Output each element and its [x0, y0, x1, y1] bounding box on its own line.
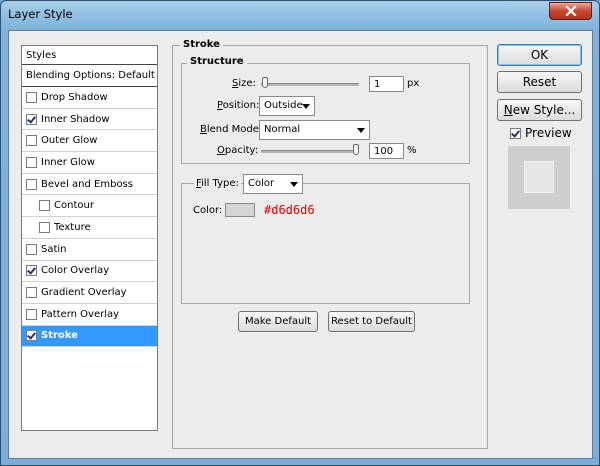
color-label: Color: — [193, 205, 223, 216]
structure-title: Structure — [187, 56, 247, 67]
style-item-pattern-overlay[interactable]: Pattern Overlay — [22, 304, 157, 326]
contour-checkbox[interactable] — [39, 200, 50, 212]
close-button[interactable] — [549, 2, 592, 20]
style-item-inner-shadow[interactable]: Inner Shadow — [22, 109, 157, 131]
ok-button[interactable]: OK — [497, 44, 582, 66]
stroke-checkbox[interactable] — [26, 330, 37, 342]
style-item-gradient-overlay[interactable]: Gradient Overlay — [22, 282, 157, 304]
opacity-label: Opacity: — [217, 145, 259, 156]
styles-list: Styles Blending Options: Default Drop Sh… — [21, 45, 158, 431]
style-item-bevel-emboss[interactable]: Bevel and Emboss — [22, 174, 157, 196]
style-item-label: Bevel and Emboss — [41, 178, 133, 190]
blending-options-item[interactable]: Blending Options: Default — [22, 65, 157, 87]
position-value: Outside — [264, 100, 303, 111]
opacity-unit: % — [407, 145, 417, 156]
size-label: Size: — [232, 78, 256, 89]
style-item-label: Satin — [41, 243, 67, 255]
close-icon — [564, 6, 577, 16]
style-item-inner-glow[interactable]: Inner Glow — [22, 152, 157, 174]
outer-glow-checkbox[interactable] — [26, 135, 37, 147]
new-style-button[interactable]: New Style... — [497, 99, 582, 121]
blend-mode-select[interactable]: Normal — [259, 120, 370, 140]
style-item-texture[interactable]: Texture — [22, 217, 157, 239]
chevron-down-icon — [357, 128, 365, 133]
inner-shadow-checkbox[interactable] — [26, 113, 37, 125]
reset-to-default-button[interactable]: Reset to Default — [328, 311, 415, 332]
size-unit: px — [407, 78, 420, 89]
fill-type-value: Color — [248, 178, 275, 189]
window-title: Layer Style — [8, 7, 73, 21]
style-item-label: Stroke — [41, 330, 78, 342]
chevron-down-icon — [290, 182, 298, 187]
style-item-label: Pattern Overlay — [41, 308, 120, 320]
fill-type-select[interactable]: Color — [243, 174, 303, 194]
make-default-button[interactable]: Make Default — [238, 311, 318, 332]
bevel-emboss-checkbox[interactable] — [26, 178, 37, 190]
stroke-title: Stroke — [180, 39, 223, 50]
pattern-overlay-checkbox[interactable] — [26, 308, 37, 320]
opacity-slider-thumb[interactable] — [353, 144, 359, 155]
size-label-text: ize: — [238, 78, 256, 89]
preview-checkbox[interactable] — [510, 127, 521, 139]
fill-group — [181, 183, 470, 304]
size-slider-thumb[interactable] — [261, 77, 268, 88]
size-slider-track[interactable] — [261, 83, 359, 86]
style-item-label: Inner Shadow — [41, 113, 110, 125]
preview-toggle[interactable]: Preview — [510, 126, 572, 140]
texture-checkbox[interactable] — [39, 221, 50, 233]
style-item-label: Color Overlay — [41, 265, 110, 277]
style-item-color-overlay[interactable]: Color Overlay — [22, 261, 157, 283]
inner-glow-checkbox[interactable] — [26, 156, 37, 168]
layer-style-window: Layer Style Styles Blending Options: Def… — [0, 0, 600, 466]
position-select[interactable]: Outside — [259, 96, 315, 116]
position-label: Position: — [217, 100, 260, 111]
style-item-label: Inner Glow — [41, 156, 95, 168]
chevron-down-icon — [302, 104, 310, 109]
style-item-satin[interactable]: Satin — [22, 239, 157, 261]
gradient-overlay-checkbox[interactable] — [26, 287, 37, 299]
styles-header[interactable]: Styles — [22, 46, 157, 65]
reset-button[interactable]: Reset — [497, 71, 582, 93]
color-overlay-checkbox[interactable] — [26, 265, 37, 277]
style-item-outer-glow[interactable]: Outer Glow — [22, 130, 157, 153]
style-item-label: Outer Glow — [41, 135, 98, 147]
preview-swatch — [524, 161, 554, 193]
opacity-slider-track[interactable] — [261, 150, 359, 153]
new-style-label: ew Style... — [512, 103, 576, 117]
color-swatch[interactable] — [225, 203, 255, 217]
blend-mode-value: Normal — [264, 124, 301, 135]
fill-type-label: Fill Type: — [194, 178, 241, 189]
style-item-stroke[interactable]: Stroke — [22, 325, 157, 348]
drop-shadow-checkbox[interactable] — [26, 91, 37, 103]
preview-thumbnail — [508, 146, 570, 209]
style-item-label: Contour — [54, 200, 94, 212]
preview-label: Preview — [525, 126, 572, 140]
size-input[interactable]: 1 — [369, 76, 404, 92]
opacity-input[interactable]: 100 — [369, 143, 404, 159]
color-hex-annotation: #d6d6d6 — [264, 203, 315, 217]
style-item-label: Drop Shadow — [41, 91, 108, 103]
blend-mode-label: Blend Mode: — [200, 124, 263, 135]
style-item-label: Texture — [54, 221, 91, 233]
style-item-label: Gradient Overlay — [41, 287, 127, 299]
satin-checkbox[interactable] — [26, 243, 37, 255]
style-item-contour[interactable]: Contour — [22, 195, 157, 218]
dialog-body: Styles Blending Options: Default Drop Sh… — [8, 30, 593, 459]
style-item-drop-shadow[interactable]: Drop Shadow — [22, 87, 157, 109]
